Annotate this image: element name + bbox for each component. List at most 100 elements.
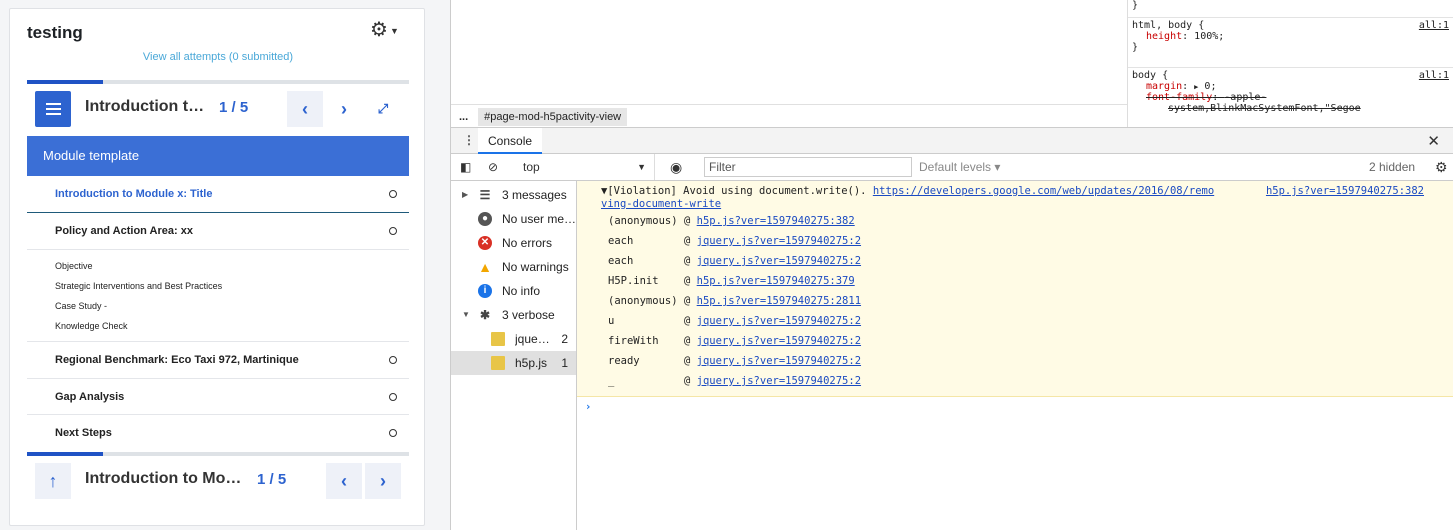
toc-item-label: Regional Benchmark: Eco Taxi 972, Martin… — [55, 354, 299, 366]
expand-icon: ⤢ — [377, 101, 389, 116]
clear-console-icon[interactable]: ⊘ — [488, 154, 498, 180]
caret-down-icon: ▼ — [389, 25, 399, 36]
frame-link[interactable]: jquery.js?ver=1597940275:2 — [697, 255, 861, 267]
view-attempts-link[interactable]: View all attempts (0 submitted) — [10, 51, 426, 63]
console-prompt[interactable]: › — [585, 401, 591, 413]
frame-link[interactable]: jquery.js?ver=1597940275:2 — [697, 315, 861, 327]
violation-line[interactable]: ▼[Violation] Avoid using document.write(… — [601, 185, 1214, 197]
brace: } — [1132, 0, 1139, 11]
prev-button[interactable]: ‹ — [287, 91, 323, 127]
toc-item-benchmark[interactable]: Regional Benchmark: Eco Taxi 972, Martin… — [27, 342, 409, 379]
menu-button[interactable] — [35, 91, 71, 127]
status-circle-icon — [389, 227, 397, 235]
next-button[interactable]: › — [326, 91, 362, 127]
bug-icon: ✱ — [479, 308, 491, 322]
chevron-left-icon: ‹ — [302, 98, 308, 119]
frame-link[interactable]: h5p.js?ver=1597940275:379 — [697, 275, 855, 287]
violation-message: ▼[Violation] Avoid using document.write(… — [577, 181, 1453, 397]
sidebar-item-errors[interactable]: ✕ No errors — [451, 231, 576, 255]
frame-fn: (anonymous) — [608, 215, 678, 227]
dropdown-arrow-icon: ▼ — [637, 162, 646, 172]
style-rule-html-body: html, body { all:1 height: 100%; } — [1128, 18, 1453, 68]
breadcrumb-more[interactable]: ... — [459, 111, 468, 123]
sidebar-file-jquery[interactable]: jquery.js 2 — [451, 327, 576, 351]
error-icon: ✕ — [478, 236, 492, 250]
toc-subitem[interactable]: Knowledge Check — [55, 321, 128, 331]
sidebar-label: No warnings — [502, 260, 569, 274]
frame-fn: each — [608, 255, 634, 267]
context-selector[interactable]: top ▼ — [515, 154, 655, 180]
log-levels-dropdown[interactable]: Default levels ▾ — [919, 154, 1000, 180]
tab-console[interactable]: Console — [478, 128, 543, 154]
source-link[interactable]: all:1 — [1419, 20, 1449, 31]
chevron-left-icon: ‹ — [341, 470, 347, 491]
sidebar-file-h5p[interactable]: h5p.js 1 — [451, 351, 576, 375]
stack-frame: (anonymous) @ h5p.js?ver=1597940275:2811 — [608, 295, 862, 307]
sidebar-label: 3 verbose — [502, 308, 555, 322]
frame-fn: each — [608, 235, 634, 247]
breadcrumb: ... #page-mod-h5pactivity-view — [451, 104, 1127, 128]
frame-link[interactable]: h5p.js?ver=1597940275:2811 — [697, 295, 861, 307]
frame-fn: u — [608, 315, 615, 327]
declaration-overridden[interactable]: font-family: -apple- — [1132, 92, 1453, 103]
stack-frame: H5P.init @ h5p.js?ver=1597940275:379 — [608, 275, 855, 287]
sidebar-item-messages[interactable]: ▶ ☰ 3 messages — [451, 183, 576, 207]
sidebar-item-user[interactable]: ● No user messages — [451, 207, 577, 231]
stack-frame: fireWith @ jquery.js?ver=1597940275:2 — [608, 335, 862, 347]
close-icon[interactable]: ✕ — [1427, 132, 1440, 150]
expand-triangle-icon[interactable]: ▶ — [1194, 83, 1198, 91]
console-output: ▼[Violation] Avoid using document.write(… — [577, 181, 1453, 530]
scroll-top-button[interactable]: ↑ — [35, 463, 71, 499]
gear-icon[interactable]: ⚙ — [1435, 154, 1448, 180]
source-link[interactable]: h5p.js?ver=1597940275:382 — [1266, 185, 1424, 197]
property: height — [1146, 31, 1183, 42]
sidebar-label: No user messages — [502, 212, 577, 226]
toc-subitem[interactable]: Case Study - — [55, 301, 107, 311]
stack-frame: each @ jquery.js?ver=1597940275:2 — [608, 235, 862, 247]
frame-link[interactable]: jquery.js?ver=1597940275:2 — [697, 335, 861, 347]
source-link[interactable]: all:1 — [1419, 70, 1449, 81]
toc-item-policy[interactable]: Policy and Action Area: xx — [27, 213, 409, 250]
toc-subitem[interactable]: Objective — [55, 261, 93, 271]
sidebar-item-info[interactable]: i No info — [451, 279, 576, 303]
hidden-count: 2 hidden — [1369, 160, 1416, 174]
toc-item-next[interactable]: Next Steps — [27, 415, 409, 452]
frame-link[interactable]: jquery.js?ver=1597940275:2 — [697, 235, 861, 247]
file-icon — [491, 332, 505, 346]
console-toolbar: ◧ ⊘ top ▼ ◉ Filter Default levels ▾ 2 hid… — [451, 154, 1453, 181]
fullscreen-button[interactable]: ⤢ — [365, 91, 401, 127]
sidebar-item-warnings[interactable]: ▲ No warnings — [451, 255, 576, 279]
violation-link-cont[interactable]: ving-document-write — [601, 198, 721, 210]
prev-button[interactable]: ‹ — [326, 463, 362, 499]
frame-link[interactable]: jquery.js?ver=1597940275:2 — [697, 355, 861, 367]
sidebar-toggle-icon[interactable]: ◧ — [460, 154, 471, 180]
nav-chapter-title: Introduction to Module x: Title — [85, 98, 210, 115]
frame-fn: (anonymous) — [608, 295, 678, 307]
value: -apple- — [1224, 92, 1267, 103]
toc-item-gap[interactable]: Gap Analysis — [27, 379, 409, 415]
module-header[interactable]: Module template — [27, 136, 409, 176]
toc-subitem[interactable]: Strategic Interventions and Best Practic… — [55, 281, 222, 291]
filter-input[interactable]: Filter — [704, 157, 912, 177]
violation-link[interactable]: https://developers.google.com/web/update… — [873, 185, 1214, 197]
toc-item-label: Gap Analysis — [55, 391, 125, 403]
selector: html, body { — [1132, 20, 1205, 31]
settings-menu[interactable]: ⚙ ▼ — [370, 17, 399, 42]
breadcrumb-selected[interactable]: #page-mod-h5pactivity-view — [478, 107, 628, 126]
toc-item-intro[interactable]: Introduction to Module x: Title — [27, 176, 409, 213]
bottom-navbar: ↑ Introduction to Module x: Title 1 / 5 … — [27, 461, 409, 501]
declaration[interactable]: margin: ▶ 0; — [1132, 81, 1453, 92]
kebab-menu-icon[interactable]: ⋮ — [463, 133, 475, 147]
declaration[interactable]: height: 100%; — [1132, 31, 1453, 42]
warning-icon: ▲ — [478, 259, 492, 275]
next-button[interactable]: › — [365, 463, 401, 499]
eye-icon[interactable]: ◉ — [670, 154, 682, 180]
frame-link[interactable]: jquery.js?ver=1597940275:2 — [697, 375, 861, 387]
frame-link[interactable]: h5p.js?ver=1597940275:382 — [697, 215, 855, 227]
sidebar-item-verbose[interactable]: ▼ ✱ 3 verbose — [451, 303, 576, 327]
nav-page-count: 1 / 5 — [219, 99, 249, 116]
stack-frame: ready @ jquery.js?ver=1597940275:2 — [608, 355, 862, 367]
progress-bar-top — [27, 80, 409, 84]
frame-fn: ready — [608, 355, 640, 367]
chevron-right-icon: › — [341, 98, 347, 119]
